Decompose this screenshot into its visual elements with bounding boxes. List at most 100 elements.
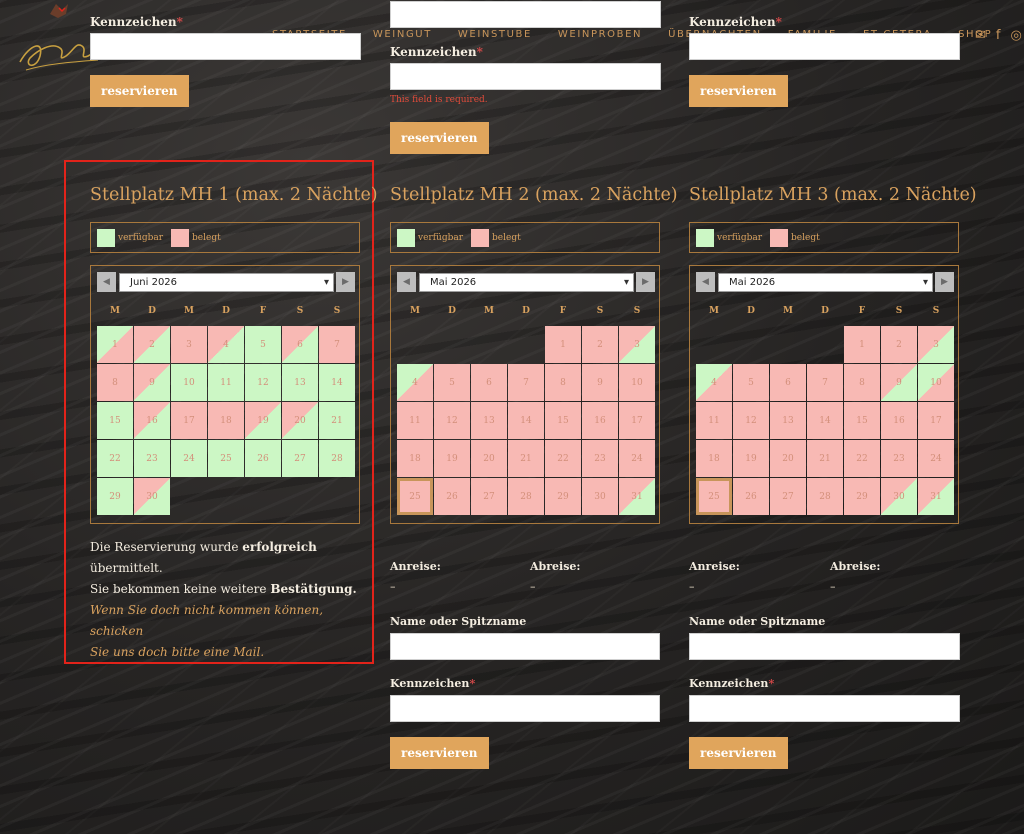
calendar-day[interactable]: 23	[881, 440, 917, 477]
calendar-day[interactable]: 24	[171, 440, 207, 477]
calendar-day[interactable]: 25	[397, 478, 433, 515]
calendar-day[interactable]: 3	[918, 326, 954, 363]
calendar-day[interactable]: 6	[770, 364, 806, 401]
calendar-day[interactable]: 21	[319, 402, 355, 439]
calendar-day[interactable]: 26	[245, 440, 281, 477]
calendar-day[interactable]: 23	[134, 440, 170, 477]
calendar-day[interactable]: 10	[171, 364, 207, 401]
calendar-day[interactable]: 14	[807, 402, 843, 439]
reserve-button-2b[interactable]: reservieren	[390, 737, 489, 769]
calendar-day[interactable]: 21	[508, 440, 544, 477]
calendar-day[interactable]: 17	[171, 402, 207, 439]
kennzeichen-input-3[interactable]	[689, 33, 960, 60]
calendar-day[interactable]: 10	[918, 364, 954, 401]
calendar-day[interactable]: 2	[582, 326, 618, 363]
calendar-day[interactable]: 17	[619, 402, 655, 439]
calendar-day[interactable]: 27	[282, 440, 318, 477]
reserve-button-2[interactable]: reservieren	[390, 122, 489, 154]
calendar-day[interactable]: 3	[171, 326, 207, 363]
calendar-day[interactable]: 19	[245, 402, 281, 439]
facebook-icon[interactable]: f	[996, 28, 1001, 43]
next-month-icon[interactable]: ▶	[336, 272, 355, 292]
calendar-day[interactable]: 14	[319, 364, 355, 401]
kennzeichen-input-3b[interactable]	[689, 695, 960, 722]
calendar-day[interactable]: 27	[471, 478, 507, 515]
calendar-day[interactable]: 2	[134, 326, 170, 363]
calendar-day[interactable]: 11	[208, 364, 244, 401]
calendar-day[interactable]: 24	[619, 440, 655, 477]
calendar-day[interactable]: 25	[696, 478, 732, 515]
calendar-day[interactable]: 5	[733, 364, 769, 401]
calendar-day[interactable]: 23	[582, 440, 618, 477]
calendar-day[interactable]: 19	[434, 440, 470, 477]
calendar-day[interactable]: 18	[208, 402, 244, 439]
calendar-day[interactable]: 13	[282, 364, 318, 401]
calendar-day[interactable]: 16	[134, 402, 170, 439]
reserve-button-3b[interactable]: reservieren	[689, 737, 788, 769]
calendar-day[interactable]: 8	[545, 364, 581, 401]
calendar-day[interactable]: 27	[770, 478, 806, 515]
calendar-day[interactable]: 18	[397, 440, 433, 477]
calendar-day[interactable]: 13	[770, 402, 806, 439]
calendar-day[interactable]: 9	[881, 364, 917, 401]
calendar-day[interactable]: 6	[282, 326, 318, 363]
calendar-day[interactable]: 13	[471, 402, 507, 439]
calendar-day[interactable]: 22	[545, 440, 581, 477]
calendar-day[interactable]: 4	[397, 364, 433, 401]
nav-weinstube[interactable]: WEINSTUBE	[458, 29, 532, 40]
calendar-day[interactable]: 28	[319, 440, 355, 477]
top-input-2[interactable]	[390, 1, 661, 28]
calendar-day[interactable]: 24	[918, 440, 954, 477]
calendar-day[interactable]: 9	[582, 364, 618, 401]
calendar-day[interactable]: 12	[245, 364, 281, 401]
prev-month-icon[interactable]: ◀	[696, 272, 715, 292]
calendar-day[interactable]: 26	[733, 478, 769, 515]
calendar-day[interactable]: 7	[807, 364, 843, 401]
calendar-day[interactable]: 29	[545, 478, 581, 515]
prev-month-icon[interactable]: ◀	[97, 272, 116, 292]
calendar-day[interactable]: 7	[319, 326, 355, 363]
calendar-day[interactable]: 28	[508, 478, 544, 515]
calendar-day[interactable]: 16	[582, 402, 618, 439]
calendar-day[interactable]: 1	[97, 326, 133, 363]
calendar-day[interactable]: 26	[434, 478, 470, 515]
month-select[interactable]: Mai 2026	[419, 273, 634, 292]
calendar-day[interactable]: 3	[619, 326, 655, 363]
calendar-day[interactable]: 25	[208, 440, 244, 477]
calendar-day[interactable]: 11	[696, 402, 732, 439]
calendar-day[interactable]: 18	[696, 440, 732, 477]
calendar-day[interactable]: 4	[696, 364, 732, 401]
mail-icon[interactable]: ✉	[975, 28, 986, 43]
calendar-day[interactable]: 20	[282, 402, 318, 439]
next-month-icon[interactable]: ▶	[935, 272, 954, 292]
calendar-day[interactable]: 29	[844, 478, 880, 515]
calendar-day[interactable]: 20	[471, 440, 507, 477]
calendar-day[interactable]: 7	[508, 364, 544, 401]
month-select[interactable]: Mai 2026	[718, 273, 933, 292]
name-input-3[interactable]	[689, 633, 960, 660]
calendar-day[interactable]: 15	[97, 402, 133, 439]
calendar-day[interactable]: 15	[844, 402, 880, 439]
calendar-day[interactable]: 30	[582, 478, 618, 515]
calendar-day[interactable]: 15	[545, 402, 581, 439]
calendar-day[interactable]: 20	[770, 440, 806, 477]
kennzeichen-input-1[interactable]	[90, 33, 361, 60]
calendar-day[interactable]: 22	[97, 440, 133, 477]
kennzeichen-input-2[interactable]	[390, 63, 661, 90]
instagram-icon[interactable]: ◎	[1010, 28, 1021, 43]
calendar-day[interactable]: 9	[134, 364, 170, 401]
calendar-day[interactable]: 30	[134, 478, 170, 515]
calendar-day[interactable]: 12	[434, 402, 470, 439]
kennzeichen-input-2b[interactable]	[390, 695, 660, 722]
calendar-day[interactable]: 5	[434, 364, 470, 401]
calendar-day[interactable]: 10	[619, 364, 655, 401]
calendar-day[interactable]: 31	[619, 478, 655, 515]
calendar-day[interactable]: 1	[545, 326, 581, 363]
calendar-day[interactable]: 4	[208, 326, 244, 363]
calendar-day[interactable]: 22	[844, 440, 880, 477]
calendar-day[interactable]: 11	[397, 402, 433, 439]
prev-month-icon[interactable]: ◀	[397, 272, 416, 292]
calendar-day[interactable]: 31	[918, 478, 954, 515]
calendar-day[interactable]: 8	[844, 364, 880, 401]
calendar-day[interactable]: 17	[918, 402, 954, 439]
